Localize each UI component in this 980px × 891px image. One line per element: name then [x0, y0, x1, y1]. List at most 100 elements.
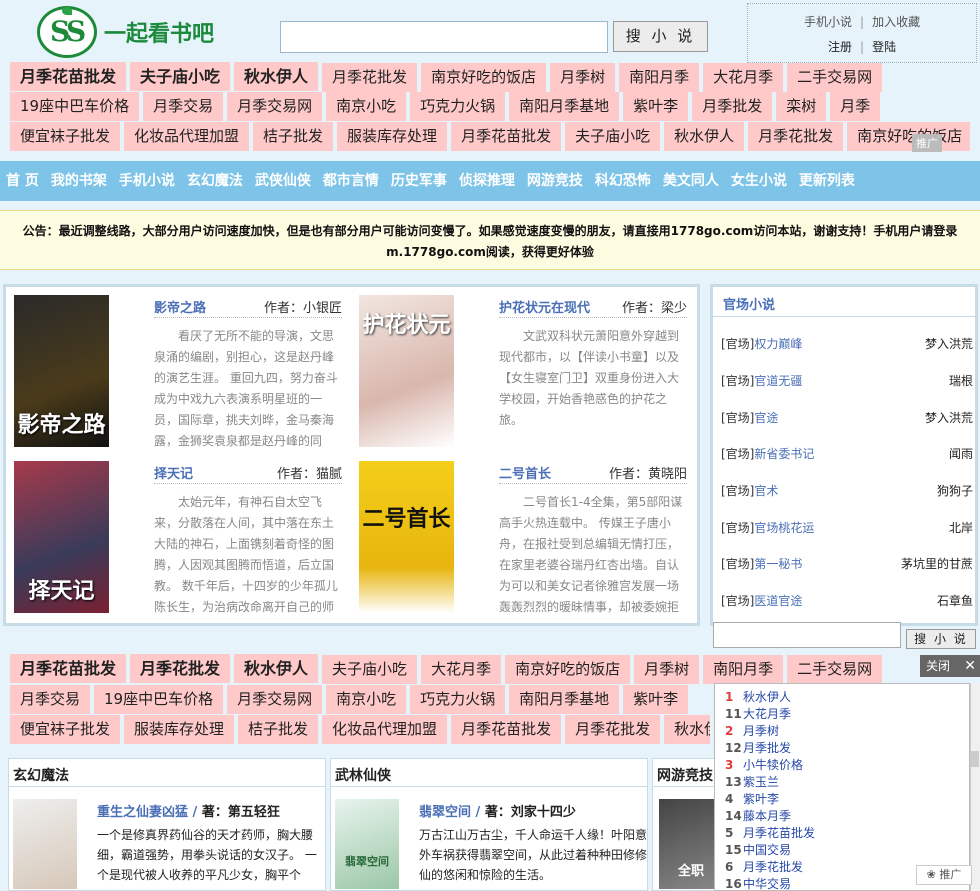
keyword-link[interactable]: 南阳月季基地 — [509, 685, 620, 714]
list-item[interactable]: [官场]官场桃花运 北岸 — [721, 519, 973, 536]
keyword-link[interactable]: 秋水伊人 — [234, 654, 319, 683]
keyword-link[interactable]: 19座中巴车价格 — [10, 92, 140, 121]
keyword-link[interactable]: 桔子批发 — [253, 122, 334, 151]
book-cover[interactable]: 二号首长 — [359, 461, 454, 613]
keyword-link[interactable]: 南京好吃的饭店 — [505, 655, 631, 684]
book-cover[interactable]: 择天记 — [14, 461, 109, 613]
add-favorite-link[interactable]: 加入收藏 — [872, 15, 920, 29]
nav-item[interactable]: 都市言情 — [317, 161, 385, 201]
keyword-link[interactable]: 月季 — [830, 92, 881, 121]
nav-item[interactable]: 首 页 — [0, 161, 45, 201]
list-item[interactable]: [官场]第一秘书 茅坑里的甘蔗 — [721, 555, 973, 572]
keyword-link[interactable]: 月季树 — [550, 63, 616, 92]
keyword-link[interactable]: 月季花苗批发 — [451, 122, 562, 151]
keyword-link[interactable]: 月季交易 — [143, 92, 224, 121]
keyword-link[interactable]: 月季花苗批发 — [10, 654, 127, 683]
nav-item[interactable]: 美文同人 — [657, 161, 725, 201]
keyword-link[interactable]: 19座中巴车价格 — [94, 685, 224, 714]
list-item[interactable]: 3 小牛犊价格 — [725, 756, 803, 773]
book-title[interactable]: 翡翠空间 / 著：刘家十四少 — [419, 801, 576, 820]
keyword-link[interactable]: 月季花批发 — [322, 63, 418, 92]
side-search-button[interactable]: 搜 小 说 — [906, 629, 976, 649]
keyword-link[interactable]: 秋水伊人 — [664, 122, 745, 151]
keyword-link[interactable]: 服装库存处理 — [124, 715, 235, 744]
nav-item[interactable]: 历史军事 — [385, 161, 453, 201]
book-title[interactable]: 重生之仙妻凶猛 / 著：第五轻狂 — [97, 801, 280, 820]
keyword-link[interactable]: 巧克力火锅 — [410, 685, 506, 714]
keyword-link[interactable]: 紫叶李 — [623, 92, 689, 121]
list-item[interactable]: 13紫玉兰 — [725, 773, 779, 790]
close-button[interactable]: 关闭 ✕ — [920, 655, 980, 677]
side-search-input[interactable] — [713, 622, 901, 648]
keyword-link[interactable]: 二手交易网 — [787, 63, 883, 92]
keyword-link[interactable]: 服装库存处理 — [337, 122, 448, 151]
nav-item[interactable]: 武侠仙侠 — [249, 161, 317, 201]
list-item[interactable]: 14藤本月季 — [725, 807, 791, 824]
list-item[interactable]: [官场]官道无疆 瑞根 — [721, 372, 973, 389]
book-cover[interactable]: 护花状元 — [359, 295, 454, 447]
list-item[interactable]: 12月季批发 — [725, 739, 791, 756]
keyword-link[interactable]: 秋水伊人 — [664, 715, 710, 744]
book-title[interactable]: 护花状元在现代 — [499, 297, 590, 316]
list-item[interactable]: 4 紫叶李 — [725, 790, 779, 807]
keyword-link[interactable]: 南京小吃 — [326, 92, 407, 121]
keyword-link[interactable]: 巧克力火锅 — [410, 92, 506, 121]
keyword-link[interactable]: 月季花批发 — [130, 654, 231, 683]
nav-item[interactable]: 玄幻魔法 — [181, 161, 249, 201]
search-input[interactable] — [280, 21, 608, 53]
nav-item[interactable]: 我的书架 — [45, 161, 113, 201]
nav-item[interactable]: 侦探推理 — [453, 161, 521, 201]
nav-item[interactable]: 女生小说 — [725, 161, 793, 201]
keyword-link[interactable]: 桔子批发 — [238, 715, 319, 744]
keyword-link[interactable]: 月季交易 — [10, 685, 91, 714]
keyword-link[interactable]: 夫子庙小吃 — [565, 122, 661, 151]
keyword-link[interactable]: 月季花批发 — [565, 715, 661, 744]
keyword-link[interactable]: 南阳月季 — [619, 63, 700, 92]
column-title[interactable]: 玄幻魔法 — [9, 759, 325, 787]
list-item[interactable]: 2 月季树 — [725, 722, 779, 739]
keyword-link[interactable]: 大花月季 — [421, 655, 502, 684]
book-cover[interactable] — [13, 799, 77, 889]
list-item[interactable]: [官场]医道官途 石章鱼 — [721, 592, 973, 609]
keyword-link[interactable]: 化妆品代理加盟 — [322, 715, 448, 744]
column-title[interactable]: 武林仙侠 — [331, 759, 647, 787]
book-cover[interactable]: 翡翠空间 — [335, 799, 399, 889]
keyword-link[interactable]: 月季花苗批发 — [10, 62, 127, 91]
book-title[interactable]: 择天记 — [154, 463, 193, 482]
mobile-novel-link[interactable]: 手机小说 — [804, 15, 852, 29]
ad-tag[interactable]: 推广 — [912, 134, 942, 152]
list-item[interactable]: 6 月季花批发 — [725, 858, 803, 875]
close-icon[interactable]: ✕ — [964, 655, 976, 677]
keyword-link[interactable]: 便宜袜子批发 — [10, 715, 121, 744]
scrollbar[interactable] — [970, 683, 980, 891]
ad-tag[interactable]: ❀ 推广 — [916, 865, 972, 885]
login-link[interactable]: 登陆 — [872, 40, 896, 54]
list-item[interactable]: 1 秋水伊人 — [725, 688, 791, 705]
nav-item[interactable]: 科幻恐怖 — [589, 161, 657, 201]
sidebar-title[interactable]: 官场小说 — [713, 287, 975, 317]
keyword-link[interactable]: 秋水伊人 — [234, 62, 319, 91]
book-cover[interactable]: 影帝之路 — [14, 295, 109, 447]
site-name[interactable]: 一起看书吧 — [104, 16, 214, 48]
book-title[interactable]: 影帝之路 — [154, 297, 206, 316]
keyword-link[interactable]: 月季交易网 — [227, 92, 323, 121]
keyword-link[interactable]: 南京好吃的饭店 — [847, 122, 970, 151]
keyword-link[interactable]: 紫叶李 — [623, 685, 689, 714]
list-item[interactable]: 5 月季花苗批发 — [725, 824, 815, 841]
keyword-link[interactable]: 月季花批发 — [748, 122, 844, 151]
site-logo[interactable]: SS — [37, 6, 97, 58]
keyword-link[interactable]: 月季花苗批发 — [451, 715, 562, 744]
list-item[interactable]: 11大花月季 — [725, 705, 791, 722]
keyword-link[interactable]: 月季树 — [634, 655, 700, 684]
list-item[interactable]: [官场]官途 梦入洪荒 — [721, 409, 973, 426]
register-link[interactable]: 注册 — [828, 40, 852, 54]
list-item[interactable]: [官场]新省委书记 闻雨 — [721, 445, 973, 462]
keyword-link[interactable]: 月季交易网 — [227, 685, 323, 714]
nav-item[interactable]: 更新列表 — [793, 161, 861, 201]
list-item[interactable]: [官场]官术 狗狗子 — [721, 482, 973, 499]
list-item[interactable]: 15中国交易 — [725, 841, 791, 858]
keyword-link[interactable]: 月季批发 — [692, 92, 773, 121]
keyword-link[interactable]: 栾树 — [776, 92, 827, 121]
keyword-link[interactable]: 大花月季 — [703, 63, 784, 92]
keyword-link[interactable]: 夫子庙小吃 — [130, 62, 231, 91]
